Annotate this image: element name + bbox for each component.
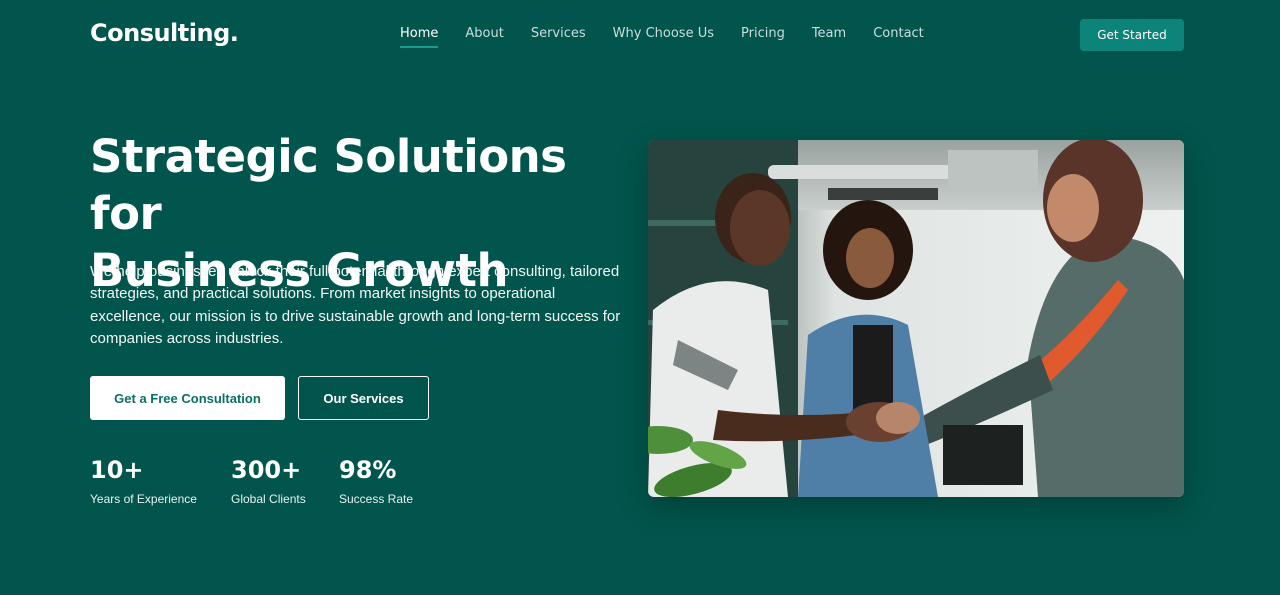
main-nav: Home About Services Why Choose Us Pricin… — [400, 26, 951, 48]
nav-why-choose-us[interactable]: Why Choose Us — [613, 26, 714, 41]
handshake-photo — [648, 140, 1184, 497]
our-services-button[interactable]: Our Services — [298, 376, 429, 420]
nav-home[interactable]: Home — [400, 26, 439, 48]
nav-pricing[interactable]: Pricing — [741, 26, 785, 41]
page: Consulting. Home About Services Why Choo… — [0, 0, 1280, 595]
stat-value: 300+ — [231, 456, 302, 484]
headline-line-1: Strategic Solutions for — [90, 130, 567, 240]
nav-contact[interactable]: Contact — [873, 26, 924, 41]
nav-about[interactable]: About — [465, 26, 503, 41]
stat-value: 10+ — [90, 456, 144, 484]
stat-clients: 300+ Global Clients — [231, 456, 306, 506]
stat-label: Success Rate — [339, 492, 414, 506]
hero-image — [648, 140, 1184, 497]
stat-success-rate: 98% Success Rate — [339, 456, 413, 506]
hero-description: We help businesses unlock their full pot… — [90, 263, 621, 347]
free-consultation-button[interactable]: Get a Free Consultation — [90, 376, 285, 420]
nav-services[interactable]: Services — [531, 26, 586, 41]
site-header: Consulting. Home About Services Why Choo… — [0, 0, 1280, 70]
stat-label: Global Clients — [231, 492, 306, 506]
nav-team[interactable]: Team — [812, 26, 846, 41]
get-started-button[interactable]: Get Started — [1080, 19, 1184, 51]
stat-value: 98% — [339, 456, 397, 484]
stat-experience: 10+ Years of Experience — [90, 456, 197, 506]
site-logo[interactable]: Consulting. — [90, 19, 239, 47]
stat-label: Years of Experience — [90, 492, 197, 506]
